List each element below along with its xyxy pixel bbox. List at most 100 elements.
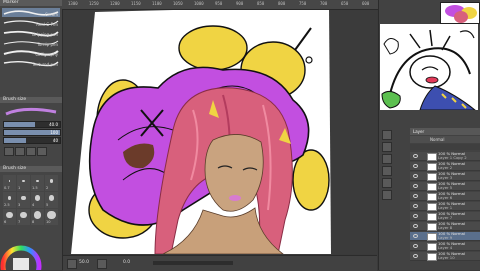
brush-size-preset[interactable]: 5 [45, 192, 58, 208]
layer-row[interactable]: 100 % Normal Layer 6 [410, 191, 480, 201]
brush-size-preset[interactable]: 7 [17, 209, 30, 225]
brush-size-preset[interactable]: 4 [31, 192, 44, 208]
delete-layer-button[interactable] [382, 190, 392, 200]
brush-size-dot-icon [8, 180, 11, 182]
canvas-area[interactable] [63, 10, 377, 254]
brush-size-preset[interactable]: 3 [17, 192, 30, 208]
brush-size-preset[interactable]: 10 [45, 209, 58, 225]
visibility-eye-icon[interactable] [413, 194, 418, 198]
zoom-out-button[interactable] [67, 259, 77, 269]
ruler-tick-label: 800 [278, 1, 286, 6]
ruler-tick-label: 1300 [68, 1, 78, 6]
visibility-eye-icon[interactable] [413, 174, 418, 178]
brush-size-label: 4 [32, 203, 35, 207]
layer-row[interactable]: 100 % Normal Layer 10 [410, 251, 480, 261]
brush-size-preset[interactable]: 8 [31, 209, 44, 225]
layer-thumbnail [427, 243, 437, 251]
layer-name: Layer 5 [438, 185, 453, 190]
brush-group-header[interactable]: Marker [0, 0, 62, 6]
ruler-tick-label: 1050 [173, 1, 183, 6]
stroke-preview-icon [5, 107, 57, 116]
ruler-tick-label: 600 [362, 1, 370, 6]
brush-size-preset[interactable]: 0.7 [3, 175, 16, 191]
navigator-preview[interactable] [380, 24, 478, 110]
ruler-tick-label: 650 [341, 1, 349, 6]
brush-size-preset[interactable]: 1.5 [31, 175, 44, 191]
layer-palette-title: Layer [413, 129, 425, 134]
zoom-in-button[interactable] [97, 259, 107, 269]
brush-size-label: 7 [18, 220, 21, 224]
visibility-eye-icon[interactable] [413, 164, 418, 168]
layer-name: Layer 4 [438, 245, 453, 250]
layer-row[interactable]: 100 % Normal Layer 3 [410, 171, 480, 181]
brush-size-slider[interactable]: 40.0 [3, 121, 61, 128]
layer-row[interactable]: 100 % Normal Layer 5 [410, 181, 480, 191]
layer-name: Layer 10 [438, 255, 455, 260]
tool-property-panel: Marker Cream Real G-Pen Dripping pen Tur… [0, 0, 63, 270]
reference-sketch-icon [380, 24, 478, 110]
blend-mode-select[interactable]: Normal [410, 136, 480, 143]
visibility-eye-icon[interactable] [413, 154, 418, 158]
layer-name: Layer 8 [438, 225, 453, 230]
brush-item-textured-pen[interactable]: Textured pen [2, 58, 60, 67]
layer-mask-button[interactable] [382, 166, 392, 176]
tool-option-button[interactable] [26, 147, 36, 156]
layer-thumbnail [427, 233, 437, 241]
visibility-eye-icon[interactable] [413, 234, 418, 238]
brush-size-dot-icon [6, 211, 13, 219]
opacity-bar[interactable] [410, 144, 480, 150]
brush-size-preset[interactable]: 6 [3, 209, 16, 225]
artwork-canvas[interactable] [63, 10, 377, 254]
tool-option-button[interactable] [15, 147, 25, 156]
brush-size-label: 8 [32, 220, 35, 224]
tool-option-button[interactable] [4, 147, 14, 156]
slider-value: 100 [50, 130, 58, 135]
layer-name: Layer 6 [438, 195, 453, 200]
visibility-eye-icon[interactable] [413, 204, 418, 208]
brush-label: Turnip pen [37, 42, 58, 47]
layer-lock-button[interactable] [382, 178, 392, 188]
blend-mode-value: Normal [430, 137, 445, 142]
layer-property-button[interactable] [382, 154, 392, 164]
color-wheel-icon[interactable] [0, 240, 42, 270]
layer-row[interactable]: 100 % Normal Layer 4 [410, 241, 480, 251]
layer-row[interactable]: 100 % Normal Layer 9 [410, 231, 480, 241]
brush-size-dot-icon [20, 211, 27, 219]
tool-option-button[interactable] [37, 147, 47, 156]
brush-item-dripping-pen[interactable]: Dripping pen [2, 28, 60, 37]
brush-size-preset[interactable]: 1 [17, 175, 30, 191]
slider-value: 40.0 [49, 122, 58, 127]
visibility-eye-icon[interactable] [413, 224, 418, 228]
navigator-scrollbar[interactable] [153, 261, 233, 265]
layer-row[interactable]: 100 % Normal Layer 7 [410, 211, 480, 221]
layer-row[interactable]: 100 % Normal Layer 1 Copy 2 [410, 151, 480, 161]
brush-item-real-g-pen[interactable]: Real G-Pen [2, 18, 60, 27]
opacity-slider[interactable]: 100 [3, 129, 61, 136]
density-slider[interactable]: 40 [3, 137, 61, 144]
sub-view-thumbnail[interactable] [440, 2, 480, 24]
new-layer-button[interactable] [382, 130, 392, 140]
brush-item-turnip-pen[interactable]: Turnip pen [2, 38, 60, 47]
brush-item-cream[interactable]: Cream [2, 8, 60, 17]
visibility-eye-icon[interactable] [413, 244, 418, 248]
new-folder-button[interactable] [382, 142, 392, 152]
brush-size-preset[interactable]: 2.5 [3, 192, 16, 208]
layer-name: Layer 1 [438, 205, 453, 210]
brush-label: Textured pen [32, 62, 58, 67]
layer-row[interactable]: 100 % Normal Layer 8 [410, 221, 480, 231]
layer-name: Layer 2 [438, 165, 453, 170]
status-bar: 50.0 0.0 [63, 255, 377, 271]
visibility-eye-icon[interactable] [413, 254, 418, 258]
brush-size-label: 6 [4, 220, 7, 224]
layer-thumbnail [427, 183, 437, 191]
layer-thumbnail [427, 173, 437, 181]
zoom-value: 50.0 [79, 260, 90, 265]
visibility-eye-icon[interactable] [413, 214, 418, 218]
visibility-eye-icon[interactable] [413, 184, 418, 188]
layer-row[interactable]: 100 % Normal Layer 1 [410, 201, 480, 211]
brush-size-preset[interactable]: 2 [45, 175, 58, 191]
layer-thumbnail [427, 153, 437, 161]
brush-item-calligraphy[interactable]: Calligraphy [2, 48, 60, 57]
brush-settings-header: Brush size [0, 97, 62, 103]
layer-row[interactable]: 100 % Normal Layer 2 [410, 161, 480, 171]
